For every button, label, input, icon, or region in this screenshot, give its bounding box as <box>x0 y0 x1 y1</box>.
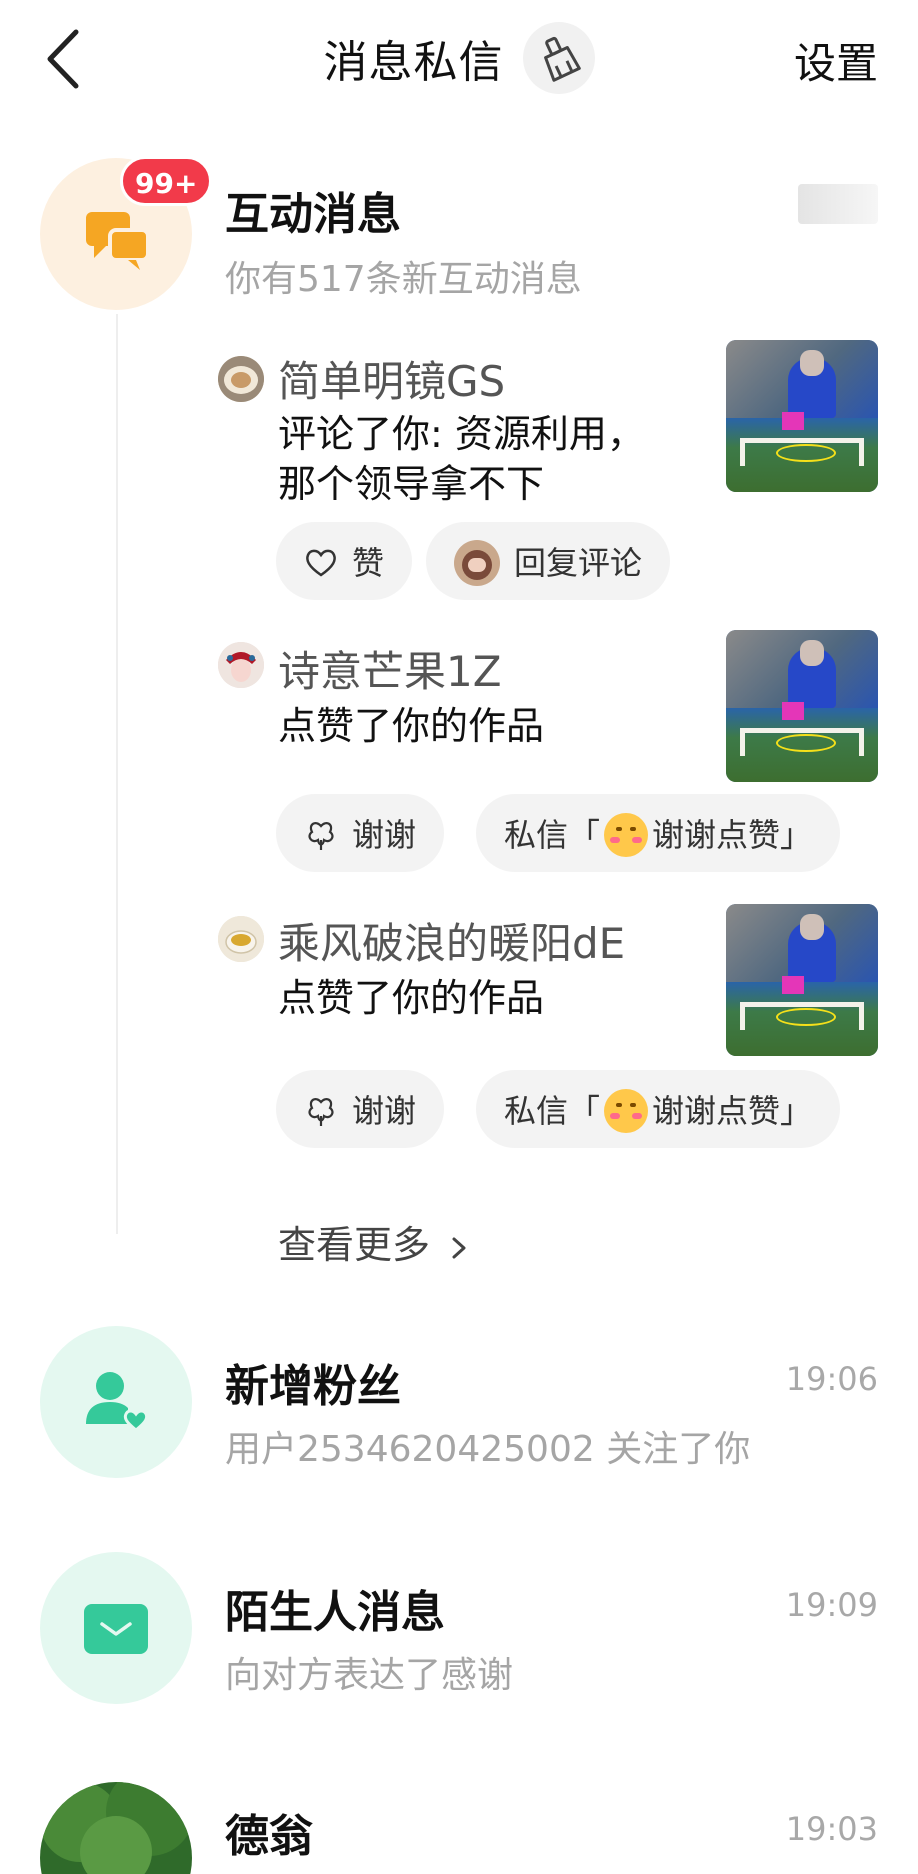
view-more-label: 查看更多 <box>278 1223 431 1267</box>
user-avatar[interactable] <box>218 916 264 962</box>
contact-avatar[interactable] <box>40 1782 192 1874</box>
action-text: 点赞了你的作品 <box>278 976 545 1020</box>
thanks-label: 谢谢 <box>352 1092 417 1130</box>
new-fans-title[interactable]: 新增粉丝 <box>225 1350 401 1414</box>
broom-icon <box>543 36 581 82</box>
forest-avatar <box>40 1782 192 1874</box>
user-name[interactable]: 乘风破浪的暖阳dE <box>278 910 625 971</box>
opera-avatar-icon <box>218 642 264 688</box>
chevron-right-icon <box>452 1237 466 1258</box>
stranger-messages-time: 19:09 <box>785 1586 878 1624</box>
work-thumbnail[interactable] <box>726 340 878 492</box>
pm-prefix: 私信「 <box>504 816 601 854</box>
thanks-button[interactable]: 谢谢 <box>276 794 445 872</box>
view-more-link[interactable]: 查看更多 <box>278 1214 470 1269</box>
new-fans-time: 19:06 <box>785 1360 878 1398</box>
blush-emoji-icon <box>604 813 649 857</box>
tea-avatar-icon <box>218 916 264 962</box>
reply-avatar <box>454 540 500 586</box>
flower-icon <box>308 822 334 850</box>
blurred-time <box>798 184 878 224</box>
comment-line-1: 评论了你: 资源利用， <box>278 412 645 456</box>
comment-line-2: 那个领导拿不下 <box>278 462 545 506</box>
user-name[interactable]: 简单明镜GS <box>278 348 505 409</box>
new-fans-avatar[interactable] <box>40 1326 192 1478</box>
private-message-thanks-button[interactable]: 私信「 谢谢点赞」 <box>476 794 841 872</box>
unread-badge: 99+ <box>120 156 213 206</box>
reply-comment-label: 回复评论 <box>514 544 643 582</box>
timeline-line <box>116 314 118 1234</box>
work-thumbnail[interactable] <box>726 904 878 1056</box>
blush-emoji-icon <box>604 1089 649 1133</box>
contact-time: 19:03 <box>785 1810 878 1848</box>
work-thumbnail[interactable] <box>726 630 878 782</box>
stranger-messages-title[interactable]: 陌生人消息 <box>225 1576 445 1640</box>
coffee-avatar-icon <box>218 356 264 402</box>
settings-button[interactable]: 设置 <box>794 30 878 91</box>
page-title: 消息私信 <box>323 37 504 88</box>
interaction-subtitle: 你有517条新互动消息 <box>225 259 582 300</box>
flower-icon <box>308 1098 334 1126</box>
user-avatar[interactable] <box>218 642 264 688</box>
pm-text: 谢谢点赞 <box>652 816 781 854</box>
header: 消息私信 设置 <box>0 0 918 120</box>
like-button[interactable]: 赞 <box>276 522 413 600</box>
pm-prefix: 私信「 <box>504 1092 601 1130</box>
contact-title[interactable]: 德翁 <box>225 1800 313 1864</box>
stranger-messages-avatar[interactable] <box>40 1552 192 1704</box>
private-message-thanks-button[interactable]: 私信「 谢谢点赞」 <box>476 1070 841 1148</box>
thanks-button[interactable]: 谢谢 <box>276 1070 445 1148</box>
heart-icon <box>306 549 336 577</box>
new-fans-subtitle: 用户2534620425002 关注了你 <box>225 1429 751 1470</box>
user-avatar[interactable] <box>218 356 264 402</box>
interaction-title[interactable]: 互动消息 <box>225 178 401 242</box>
pm-suffix: 」 <box>780 816 813 854</box>
pm-text: 谢谢点赞 <box>652 1092 781 1130</box>
stranger-messages-subtitle: 向对方表达了感谢 <box>225 1655 514 1696</box>
like-label: 赞 <box>352 544 385 582</box>
clear-unread-button[interactable] <box>522 22 595 94</box>
add-fan-icon <box>86 1372 149 1432</box>
thanks-label: 谢谢 <box>352 816 417 854</box>
reply-comment-button[interactable]: 回复评论 <box>426 522 671 600</box>
pm-suffix: 」 <box>780 1092 813 1130</box>
action-text: 点赞了你的作品 <box>278 704 545 748</box>
user-name[interactable]: 诗意芒果1Z <box>278 638 502 699</box>
mail-icon <box>84 1604 148 1654</box>
